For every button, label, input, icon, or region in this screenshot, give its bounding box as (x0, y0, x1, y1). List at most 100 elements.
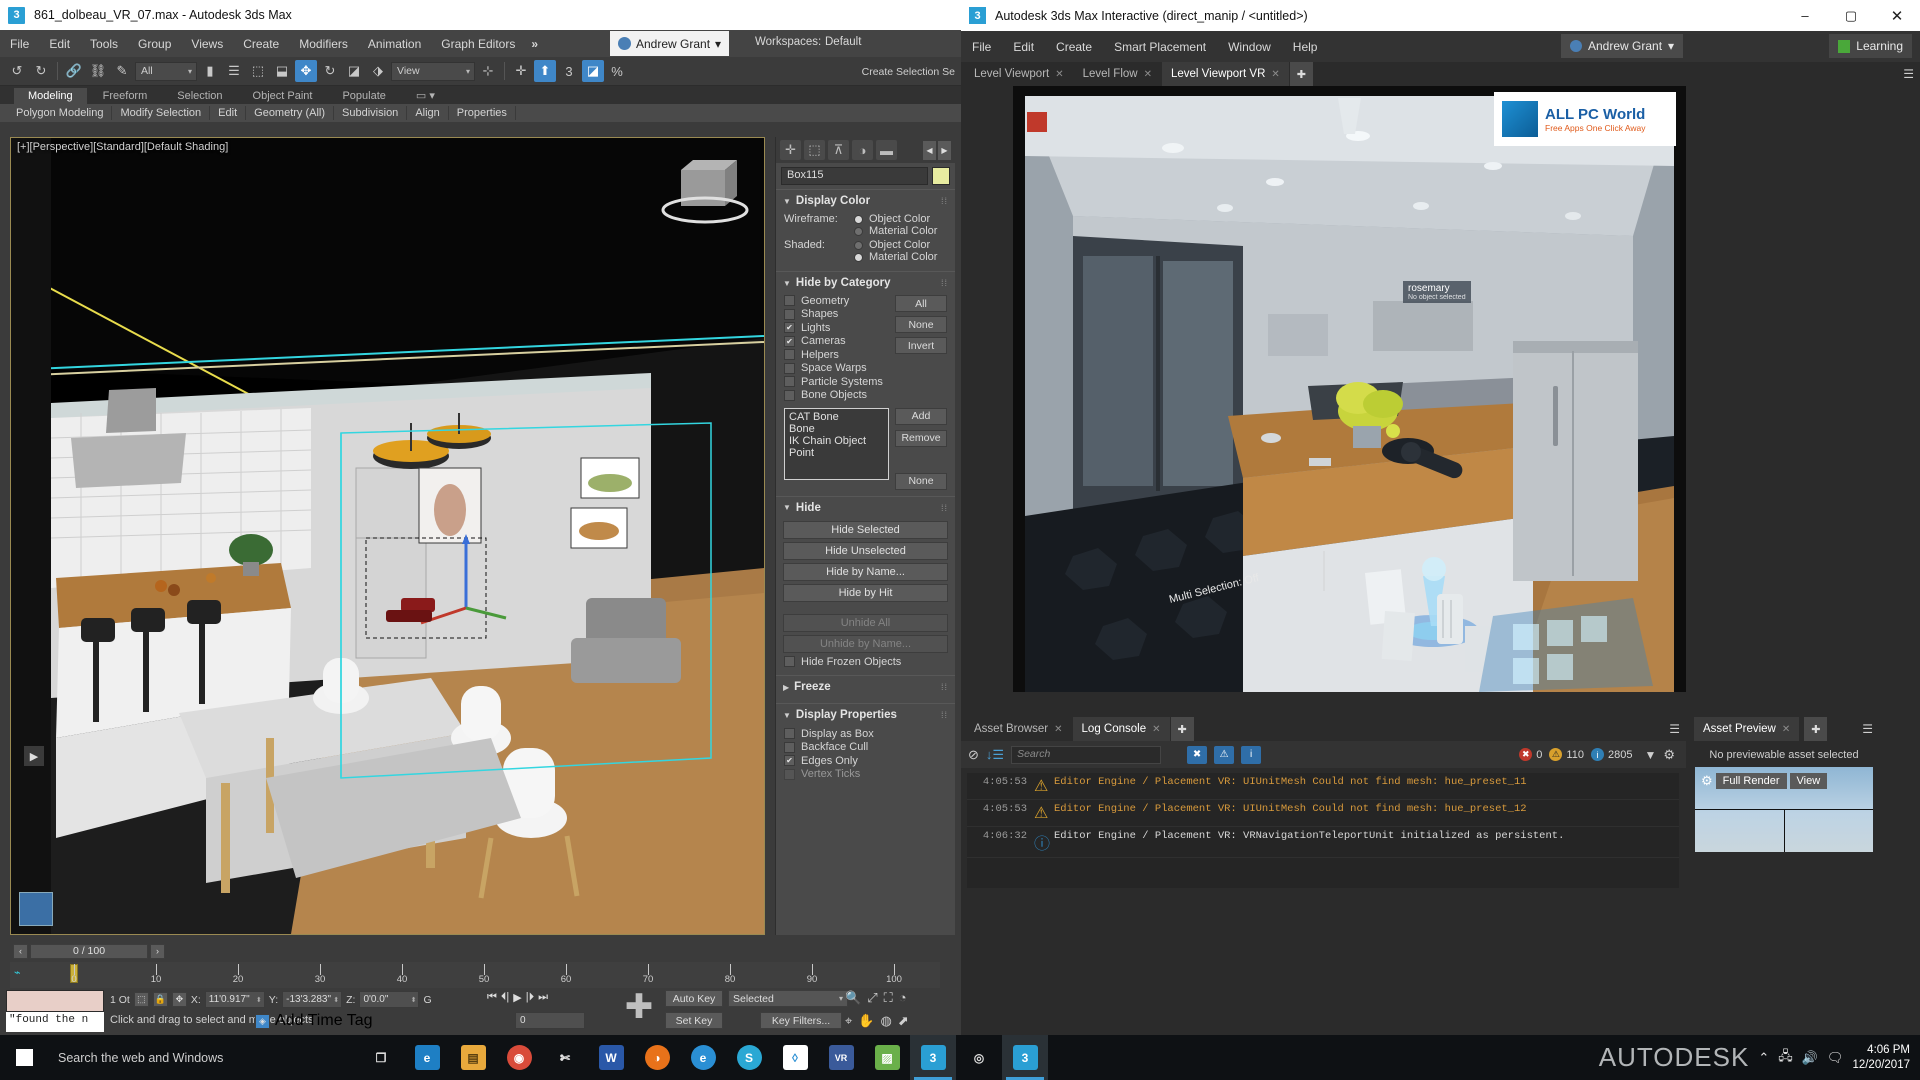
taskbar-word[interactable]: W (588, 1035, 634, 1080)
int-menu-create[interactable]: Create (1045, 36, 1103, 58)
subtab-align[interactable]: Align (407, 106, 449, 120)
volume-icon[interactable]: 🔊 (1802, 1050, 1818, 1066)
backface-cull-checkbox[interactable]: Backface Cull (784, 741, 947, 753)
wireframe-material-color-radio[interactable]: Material Color (854, 225, 947, 237)
log-row[interactable]: 4:05:53 ⚠ Editor Engine / Placement VR: … (967, 800, 1679, 827)
list-item[interactable]: IK Chain Object (789, 435, 884, 447)
selection-filter-combo[interactable]: All (135, 61, 197, 81)
tab-asset-preview[interactable]: Asset Preview ✕ (1694, 717, 1800, 741)
zoom-all-icon[interactable]: ⤢ (867, 990, 877, 1006)
redo-icon[interactable]: ↻ (30, 60, 52, 82)
track-view-icon[interactable]: ⌁ (14, 966, 21, 979)
go-to-start-icon[interactable]: ⏮ (487, 991, 497, 1004)
rollout-header-display-properties[interactable]: ▼ Display Properties ⁞⁞ (776, 707, 955, 725)
list-item[interactable]: CAT Bone (789, 411, 884, 423)
add-tab-button[interactable]: ✚ (1289, 62, 1313, 86)
close-icon[interactable]: ✕ (1152, 724, 1160, 735)
display-tab-icon[interactable]: ▬ (876, 140, 897, 160)
selection-lock-icon[interactable]: ⬚ (133, 992, 149, 1007)
window-crossing-icon[interactable]: ⬓ (271, 60, 293, 82)
zoom-extents-icon[interactable]: ⛶ (884, 990, 893, 1006)
subtab-properties[interactable]: Properties (449, 106, 516, 120)
taskbar-snipping-tool[interactable]: ✄ (542, 1035, 588, 1080)
tab-asset-browser[interactable]: Asset Browser ✕ (965, 717, 1072, 741)
object-color-swatch[interactable] (932, 167, 950, 185)
rectangular-selection-region-icon[interactable]: ⬚ (247, 60, 269, 82)
go-to-end-icon[interactable]: ⏭ (538, 991, 548, 1004)
menu-edit[interactable]: Edit (39, 33, 80, 55)
filter-icon[interactable]: ▼ (1644, 748, 1656, 762)
key-filters-button[interactable]: Key Filters... (760, 1012, 842, 1029)
unlink-selection-icon[interactable]: ⛓ (87, 60, 109, 82)
list-item[interactable]: Point (789, 447, 884, 459)
modify-tab-icon[interactable]: ⬚ (804, 140, 825, 160)
select-object-icon[interactable]: ▮ (199, 60, 221, 82)
key-mode-plus-icon[interactable]: ✚ (620, 990, 658, 1030)
taskbar-3dsmax[interactable]: 3 (910, 1035, 956, 1080)
taskbar-firefox[interactable]: ◑ (634, 1035, 680, 1080)
edges-only-checkbox[interactable]: Edges Only (784, 755, 947, 767)
hide-by-name-button[interactable]: Hide by Name... (783, 562, 948, 581)
viewcube-gizmo[interactable] (19, 892, 53, 926)
log-entry-list[interactable]: 4:05:53 ⚠ Editor Engine / Placement VR: … (967, 773, 1679, 888)
subtab-edit[interactable]: Edit (210, 106, 247, 120)
lock-icon[interactable]: 🔒 (152, 992, 168, 1007)
menu-overflow-icon[interactable]: » (525, 37, 544, 51)
object-name-field[interactable]: Box115 (781, 167, 928, 185)
hide-selected-button[interactable]: Hide Selected (783, 520, 948, 539)
menu-modifiers[interactable]: Modifiers (289, 33, 358, 55)
key-filter-selected-combo[interactable]: Selected (728, 990, 848, 1007)
action-center-icon[interactable]: 🗨 (1827, 1050, 1844, 1066)
taskbar-photo-app[interactable]: ▨ (864, 1035, 910, 1080)
maximize-viewport-icon[interactable]: ⬈ (898, 1013, 909, 1029)
int-menu-smart-placement[interactable]: Smart Placement (1103, 36, 1217, 58)
list-item[interactable]: Bone (789, 423, 884, 435)
category-shapes[interactable]: Shapes (784, 308, 889, 320)
unhide-all-button[interactable]: Unhide All (783, 613, 948, 632)
network-icon[interactable]: 🖧 (1778, 1047, 1793, 1069)
none-list-button[interactable]: None (895, 472, 947, 490)
subtab-polygon-modeling[interactable]: Polygon Modeling (8, 106, 113, 120)
region-zoom-icon[interactable]: ⌖ (845, 1013, 852, 1029)
undo-icon[interactable]: ↺ (6, 60, 28, 82)
taskbar-edge[interactable]: e (404, 1035, 450, 1080)
zoom-icon[interactable]: 🔍 (845, 990, 861, 1006)
set-key-button[interactable]: Set Key (665, 1012, 723, 1029)
rollout-header-hide-by-category[interactable]: ▼ Hide by Category ⁞⁞ (776, 275, 955, 293)
all-button[interactable]: All (895, 295, 947, 312)
time-tag-icon[interactable]: ◈ (255, 1013, 270, 1029)
absolute-relative-icon[interactable]: ✥ (171, 992, 187, 1007)
category-lights[interactable]: Lights (784, 322, 889, 334)
rollout-header-hide[interactable]: ▼ Hide ⁞⁞ (776, 500, 955, 518)
unhide-by-name-button[interactable]: Unhide by Name... (783, 634, 948, 653)
add-button[interactable]: Add (895, 407, 947, 425)
menu-animation[interactable]: Animation (358, 33, 431, 55)
previous-frame-icon[interactable]: ⏴| (501, 991, 509, 1004)
preview-panel-menu-icon[interactable]: ☰ (1862, 722, 1873, 736)
scroll-right-icon[interactable]: ▶ (938, 140, 951, 160)
vertex-ticks-checkbox[interactable]: Vertex Ticks (784, 768, 947, 780)
taskbar-skype[interactable]: S (726, 1035, 772, 1080)
maximize-button[interactable]: ▢ (1828, 0, 1874, 31)
motion-tab-icon[interactable]: ◑ (852, 140, 873, 160)
select-and-move-icon[interactable]: ✥ (295, 60, 317, 82)
wireframe-object-color-radio[interactable]: Object Color (854, 213, 947, 225)
log-row[interactable]: 4:05:53 ⚠ Editor Engine / Placement VR: … (967, 773, 1679, 800)
current-frame-display[interactable]: 0 / 100 (30, 943, 148, 959)
tab-level-viewport-vr[interactable]: Level Viewport VR ✕ (1161, 62, 1289, 86)
taskbar-drop-app[interactable]: ◊ (772, 1035, 818, 1080)
select-and-scale-icon[interactable]: ◪ (343, 60, 365, 82)
maxscript-listener-text[interactable]: "found the n (6, 1012, 104, 1032)
close-icon[interactable]: ✕ (1782, 724, 1790, 735)
add-preview-tab-button[interactable]: ✚ (1804, 717, 1828, 741)
viewport-expand-arrow-icon[interactable]: ▶ (24, 746, 44, 766)
taskbar-spiral-app[interactable]: ◎ (956, 1035, 1002, 1080)
ribbon-tab-freeform[interactable]: Freeform (89, 88, 162, 104)
y-coordinate-field[interactable]: -13'3.283" (282, 991, 343, 1008)
scroll-left-icon[interactable]: ◀ (923, 140, 936, 160)
menu-views[interactable]: Views (181, 33, 233, 55)
remove-button[interactable]: Remove (895, 429, 947, 447)
menu-file[interactable]: File (0, 33, 39, 55)
int-user-account-chip[interactable]: Andrew Grant ▾ (1561, 34, 1684, 58)
int-menu-edit[interactable]: Edit (1002, 36, 1045, 58)
